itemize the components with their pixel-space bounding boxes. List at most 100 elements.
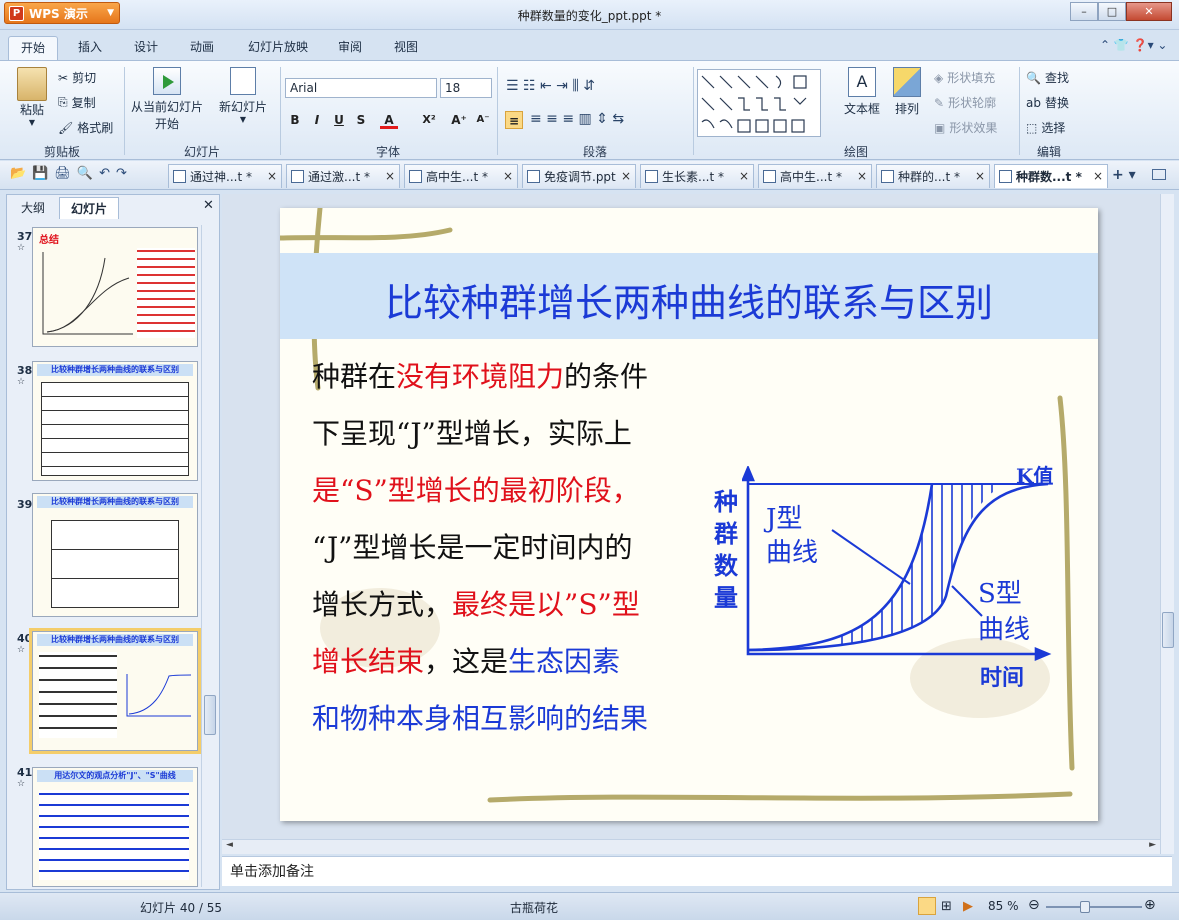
transition-star-icon: ☆ <box>17 645 26 655</box>
font-color-button[interactable]: A <box>380 111 398 129</box>
find-button[interactable]: 🔍 查找 <box>1026 69 1069 86</box>
tab-design[interactable]: 设计 <box>124 36 168 60</box>
bold-button[interactable]: B <box>286 111 304 129</box>
close-icon[interactable]: × <box>739 165 749 187</box>
close-icon[interactable]: × <box>857 165 867 187</box>
shape-fill-button[interactable]: ◈ 形状填充 <box>934 69 995 86</box>
zoom-in-button[interactable]: ⊕ <box>1144 897 1156 913</box>
body-line-1[interactable]: 种群在没有环境阻力的条件 <box>312 360 648 394</box>
tab-slides[interactable]: 幻灯片 <box>59 197 119 219</box>
tab-slideshow[interactable]: 幻灯片放映 <box>238 36 318 60</box>
ylabel-char: 种 <box>714 487 738 516</box>
tab-insert[interactable]: 插入 <box>68 36 112 60</box>
pen-icon: ✎ <box>934 95 945 110</box>
slide-thumbnail-40-selected[interactable]: 比较种群增长两种曲线的联系与区别 <box>29 628 201 754</box>
doc-tab-label: 免疫调节.ppt <box>544 169 616 184</box>
j-pointer <box>831 529 911 585</box>
format-painter-button[interactable]: 🖌 格式刷 <box>58 119 113 136</box>
arrange-button[interactable]: 排列 <box>886 67 928 117</box>
slide-thumbnail-39[interactable]: 比较种群增长两种曲线的联系与区别 <box>32 493 198 617</box>
underline-button[interactable]: U <box>330 111 348 129</box>
body-line-6[interactable]: 增长结束，这是生态因素 <box>312 645 620 679</box>
shape-effect-label: 形状效果 <box>949 121 998 135</box>
replace-button[interactable]: ab 替换 <box>1026 94 1069 111</box>
doc-tab[interactable]: 高中生...t * × <box>404 164 518 188</box>
minimize-button[interactable]: – <box>1070 2 1098 21</box>
scroll-right-arrow[interactable]: ► <box>1149 840 1156 850</box>
font-size-select[interactable]: 18 <box>440 78 492 98</box>
thumbnail-scrollbar[interactable] <box>201 225 218 887</box>
close-icon[interactable]: × <box>975 165 985 187</box>
shrink-font-button[interactable]: A⁻ <box>474 111 492 129</box>
body-line-7[interactable]: 和物种本身相互影响的结果 <box>312 702 648 736</box>
thumb-table-icon <box>41 382 189 476</box>
close-icon[interactable]: × <box>503 165 513 187</box>
slide-thumbnail-38[interactable]: 比较种群增长两种曲线的联系与区别 <box>32 361 198 481</box>
close-icon[interactable]: × <box>621 165 631 187</box>
doc-tab[interactable]: 种群的...t * × <box>876 164 990 188</box>
shape-effect-button[interactable]: ▣ 形状效果 <box>934 119 997 136</box>
close-icon[interactable]: × <box>267 165 277 187</box>
slide-scrollbar[interactable] <box>1160 194 1174 854</box>
tab-list-button[interactable] <box>1152 169 1166 180</box>
scroll-left-arrow[interactable]: ◄ <box>226 840 233 850</box>
align-buttons[interactable]: ≡ ≡ ≡ ▥ ⇕ ⇆ <box>530 111 624 127</box>
select-button[interactable]: ⬚ 选择 <box>1026 119 1065 136</box>
textbox-button[interactable]: A 文本框 <box>838 67 886 117</box>
align-left-button[interactable]: ≡ <box>505 111 523 129</box>
close-pane-icon[interactable]: ✕ <box>203 198 214 213</box>
current-slide[interactable]: 比较种群增长两种曲线的联系与区别 种群在没有环境阻力的条件 下呈现“J”型增长，… <box>280 208 1098 821</box>
scroll-thumb[interactable] <box>204 695 216 735</box>
close-window-button[interactable]: ✕ <box>1126 2 1172 21</box>
slide-sorter-icon[interactable]: ⊞ <box>941 899 952 914</box>
from-current-slide-button[interactable]: 从当前幻灯片 开始 <box>128 67 206 132</box>
cut-button[interactable]: ✂ 剪切 <box>58 69 96 86</box>
doc-tab[interactable]: 生长素...t * × <box>640 164 754 188</box>
doc-tab[interactable]: 免疫调节.ppt × <box>522 164 636 188</box>
doc-tab[interactable]: 通过神...t * × <box>168 164 282 188</box>
body-line-2[interactable]: 下呈现“J”型增长，实际上 <box>312 417 632 451</box>
list-buttons[interactable]: ☰ ☷ ⇤ ⇥ ⫼ ⇵ <box>506 78 595 94</box>
doc-tab-active[interactable]: 种群数...t * × <box>994 164 1108 188</box>
tab-view[interactable]: 视图 <box>384 36 428 60</box>
zoom-slider-thumb[interactable] <box>1080 901 1090 913</box>
copy-button[interactable]: ⎘ 复制 <box>58 94 96 111</box>
tab-review[interactable]: 审阅 <box>328 36 372 60</box>
shadow-button[interactable]: S <box>352 111 370 129</box>
help-icons[interactable]: ⌃ 👕 ❓▾ ⌄ <box>1100 38 1167 52</box>
grow-font-button[interactable]: A⁺ <box>450 111 468 129</box>
scroll-thumb[interactable] <box>1162 612 1174 648</box>
divider <box>1019 67 1020 155</box>
chart-xlabel: 时间 <box>980 665 1025 691</box>
close-icon[interactable]: × <box>385 165 395 187</box>
normal-view-icon[interactable] <box>918 897 936 915</box>
tab-animation[interactable]: 动画 <box>180 36 224 60</box>
shape-fill-label: 形状填充 <box>947 71 996 85</box>
quick-access-toolbar[interactable]: 📂💾🖨🔍↶↷ <box>10 166 133 181</box>
doc-tab[interactable]: 高中生...t * × <box>758 164 872 188</box>
body-line-4[interactable]: “J”型增长是一定时间内的 <box>312 531 633 565</box>
shapes-gallery[interactable] <box>697 69 821 137</box>
paste-button[interactable]: 粘贴 ▼ <box>12 67 52 127</box>
notes-field[interactable]: 单击添加备注 <box>222 856 1172 886</box>
font-name-select[interactable]: Arial <box>285 78 437 98</box>
horizontal-scrollbar[interactable]: ◄ ► <box>222 839 1160 854</box>
superscript-button[interactable]: X² <box>420 111 438 129</box>
tab-outline[interactable]: 大纲 <box>11 197 55 219</box>
zoom-slider[interactable] <box>1046 901 1142 913</box>
slide-title[interactable]: 比较种群增长两种曲线的联系与区别 <box>280 272 1098 327</box>
new-slide-button[interactable]: 新幻灯片 ▼ <box>214 67 272 124</box>
body-line-5[interactable]: 增长方式，最终是以”S”型 <box>312 588 640 622</box>
doc-tab[interactable]: 通过激...t * × <box>286 164 400 188</box>
tab-home[interactable]: 开始 <box>8 36 58 60</box>
zoom-out-button[interactable]: ⊖ <box>1028 897 1040 913</box>
new-tab-button[interactable]: + ▾ <box>1112 167 1136 183</box>
slide-thumbnail-41[interactable]: 用达尔文的观点分析"J"、"S"曲线 <box>32 767 198 887</box>
slideshow-icon[interactable]: ▶ <box>963 899 973 914</box>
close-icon[interactable]: × <box>1093 165 1103 187</box>
body-line-3[interactable]: 是“S”型增长的最初阶段， <box>312 474 640 508</box>
shape-outline-button[interactable]: ✎ 形状轮廓 <box>934 94 996 111</box>
maximize-button[interactable]: □ <box>1098 2 1126 21</box>
italic-button[interactable]: I <box>308 111 326 129</box>
slide-thumbnail-37[interactable]: 总结 <box>32 227 198 347</box>
